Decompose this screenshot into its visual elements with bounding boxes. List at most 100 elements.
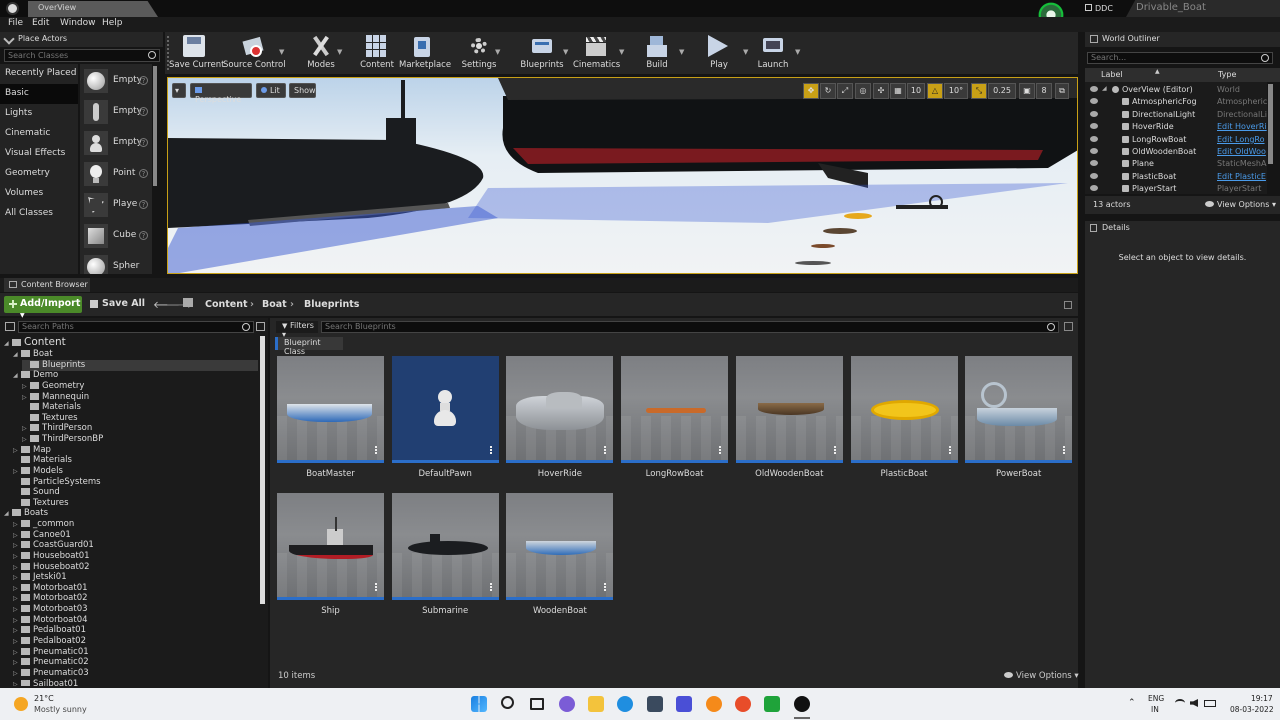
drag-handle-icon[interactable] <box>489 446 496 454</box>
long-row-boat-thumbnail[interactable] <box>621 356 729 463</box>
search-classes-box[interactable] <box>4 49 160 62</box>
outliner-row[interactable]: OldWoodenBoat Edit OldWoo <box>1085 146 1267 159</box>
folder-tree-item[interactable]: Materials <box>22 402 81 413</box>
category-geometry[interactable]: Geometry <box>0 164 78 184</box>
outliner-row[interactable]: HoverRide Edit HoverRi <box>1085 121 1267 134</box>
rotate-tool-icon[interactable]: ↻ <box>820 83 836 99</box>
actor-item-player-start[interactable]: Playe? <box>82 191 152 219</box>
search-icon[interactable] <box>501 696 514 709</box>
folder-tree-item[interactable]: ◢ Content <box>4 336 66 349</box>
default-pawn-thumbnail[interactable] <box>391 356 499 463</box>
menu-file[interactable]: File <box>8 18 23 28</box>
surface-snap-icon[interactable]: ✣ <box>873 83 889 99</box>
outliner-row[interactable]: PlasticBoat Edit PlasticE <box>1085 171 1267 184</box>
excel-icon[interactable] <box>764 696 780 712</box>
drag-handle-icon[interactable] <box>719 446 725 454</box>
scale-snap-value[interactable]: 0.25 <box>988 83 1016 99</box>
folder-tree-item[interactable]: ▷ Pneumatic03 <box>13 668 89 679</box>
outliner-row[interactable]: LongRowBoat Edit LongRo <box>1085 134 1267 147</box>
camera-speed-icon[interactable]: ▣ <box>1019 83 1035 99</box>
camera-speed-value[interactable]: 8 <box>1036 83 1052 99</box>
actor-item-sphere[interactable]: Spher <box>82 253 152 274</box>
expand-arrow-icon[interactable]: ▷ <box>13 627 21 634</box>
expand-arrow-icon[interactable]: ▷ <box>13 553 21 560</box>
category-volumes[interactable]: Volumes <box>0 184 78 204</box>
grid-snap-icon[interactable]: ▦ <box>890 83 906 99</box>
scale-tool-icon[interactable]: ⤢ <box>837 83 853 99</box>
expand-arrow-icon[interactable]: ▷ <box>13 542 21 549</box>
battery-icon[interactable] <box>1204 700 1216 707</box>
viewport-options-button[interactable]: ▾ <box>172 83 186 98</box>
expand-arrow-icon[interactable]: ▷ <box>13 649 21 656</box>
chevron-down-icon[interactable]: ▼ <box>743 48 748 56</box>
folder-tree-item[interactable]: ▷ Motorboat01 <box>13 583 88 594</box>
search-icon[interactable] <box>1261 54 1269 62</box>
help-icon[interactable]: ? <box>139 200 148 209</box>
column-label[interactable]: Label <box>1101 70 1123 79</box>
drag-handle-icon[interactable] <box>1063 446 1069 454</box>
expand-arrow-icon[interactable]: ▷ <box>13 670 21 677</box>
chevron-down-icon[interactable]: ▼ <box>279 48 284 56</box>
wooden-boat-thumbnail[interactable] <box>506 493 614 600</box>
help-icon[interactable]: ? <box>139 169 148 178</box>
weather-condition[interactable]: Mostly sunny <box>34 705 87 714</box>
lit-button[interactable]: Lit <box>256 83 286 98</box>
search-blueprints-box[interactable] <box>321 321 1059 333</box>
submarine-thumbnail[interactable] <box>391 493 499 600</box>
play-button[interactable]: Play ▼ <box>699 32 748 74</box>
ship-thumbnail[interactable] <box>277 493 384 600</box>
world-space-icon[interactable]: ◎ <box>855 83 871 99</box>
expand-arrow-icon[interactable]: ▷ <box>13 681 21 686</box>
power-boat-thumbnail[interactable] <box>965 356 1073 463</box>
outliner-search-box[interactable] <box>1087 52 1273 64</box>
level-viewport[interactable]: ▾ Perspective Lit Show ✥ ↻ ⤢ ◎ ✣ ▦ 10 △ … <box>167 77 1078 274</box>
expand-arrow-icon[interactable]: ▷ <box>13 447 21 454</box>
level-tab[interactable]: OverView <box>28 1 158 17</box>
lock-icon[interactable] <box>1064 301 1072 309</box>
menu-help[interactable]: Help <box>102 18 123 28</box>
search-icon[interactable] <box>1047 323 1055 331</box>
translate-tool-icon[interactable]: ✥ <box>803 83 819 99</box>
eye-icon[interactable] <box>1090 160 1098 167</box>
chevron-up-icon[interactable]: ⌃ <box>1128 698 1136 708</box>
maximize-viewport-icon[interactable]: ⧉ <box>1055 83 1069 99</box>
firefox-icon[interactable] <box>735 696 751 712</box>
folder-tree-item[interactable]: ▷ Jetski01 <box>13 572 67 583</box>
search-blueprints-input[interactable] <box>322 322 1022 331</box>
asset-tile[interactable]: HoverRide <box>506 356 614 481</box>
expand-arrow-icon[interactable]: ▷ <box>13 659 21 666</box>
folder-tree-item[interactable]: ◢ Boat <box>13 349 53 360</box>
help-icon[interactable]: ? <box>139 76 148 85</box>
category-lights[interactable]: Lights <box>0 104 78 124</box>
expand-arrow-icon[interactable]: ◢ <box>13 351 21 358</box>
actor-item-empty-pawn[interactable]: Empty? <box>82 129 152 157</box>
boat-master-thumbnail[interactable] <box>277 356 384 463</box>
outliner-row[interactable]: Plane StaticMeshA <box>1085 158 1267 171</box>
eye-icon[interactable] <box>1090 172 1098 179</box>
search-classes-input[interactable] <box>5 50 145 61</box>
folder-tree-item[interactable]: ▷ ThirdPersonBP <box>22 434 103 445</box>
folder-tree-item[interactable]: ▷ Pneumatic02 <box>13 657 89 668</box>
help-icon[interactable]: ? <box>139 107 148 116</box>
rotation-snap-icon[interactable]: △ <box>927 83 943 99</box>
eye-icon[interactable] <box>1090 135 1098 142</box>
marketplace-button[interactable]: Marketplace <box>399 32 451 74</box>
folder-tree-item[interactable]: Blueprints <box>22 359 258 371</box>
search-paths-box[interactable] <box>18 321 254 333</box>
actor-item-point-light[interactable]: Point? <box>82 160 152 188</box>
folder-tree-item[interactable]: ◢ Demo <box>13 370 58 381</box>
eye-icon[interactable] <box>1090 123 1098 130</box>
outliner-row-type[interactable]: Edit HoverRi <box>1217 122 1267 131</box>
menu-window[interactable]: Window <box>60 18 96 28</box>
asset-tile[interactable]: PlasticBoat <box>850 356 958 481</box>
rotation-snap-value[interactable]: 10° <box>944 83 968 99</box>
grid-snap-value[interactable]: 10 <box>907 83 925 99</box>
task-view-icon[interactable] <box>530 698 544 710</box>
actor-item-cube[interactable]: Cube? <box>82 222 152 250</box>
asset-tile[interactable]: BoatMaster <box>277 356 384 481</box>
expand-arrow-icon[interactable]: ▷ <box>13 585 21 592</box>
expand-arrow-icon[interactable]: ▷ <box>22 425 30 432</box>
weather-icon[interactable] <box>14 697 28 711</box>
breadcrumb-boat[interactable]: Boat <box>262 299 287 310</box>
expand-arrow-icon[interactable]: ▷ <box>13 638 21 645</box>
